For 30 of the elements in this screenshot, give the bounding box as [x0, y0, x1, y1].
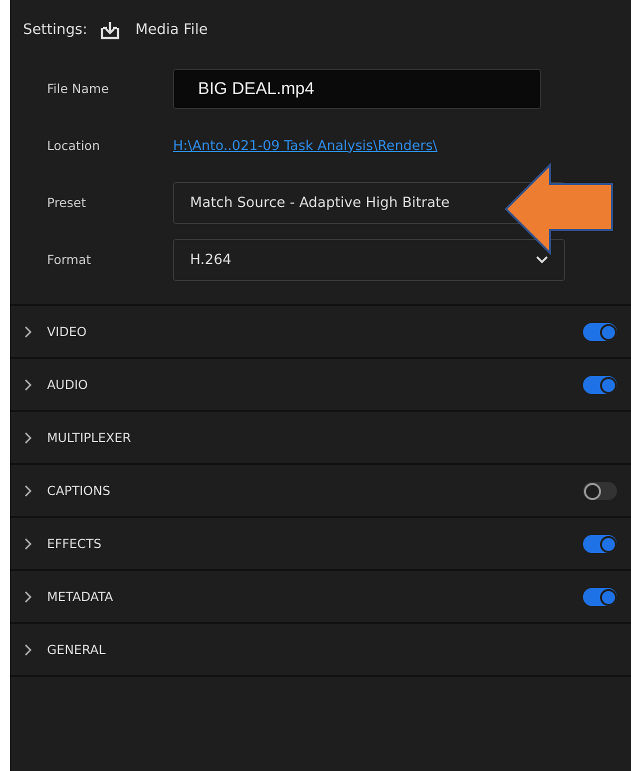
section-title[interactable]: METADATA [47, 589, 583, 604]
toggle-switch[interactable] [583, 376, 617, 394]
export-icon [100, 20, 120, 40]
field-label: Location [47, 138, 101, 153]
dropdown[interactable]: H.264 [173, 238, 565, 280]
chevron-right-icon[interactable] [24, 326, 32, 338]
chevron-right-icon[interactable] [24, 538, 32, 550]
section-title[interactable]: CAPTIONS [47, 483, 583, 498]
chevron-down-icon [536, 256, 548, 264]
toggle-switch[interactable] [583, 482, 617, 500]
toggle-switch[interactable] [583, 534, 617, 552]
field-label: File Name [47, 81, 110, 96]
chevron-right-icon[interactable] [24, 484, 32, 496]
chevron-right-icon[interactable] [24, 378, 32, 390]
section-title[interactable]: VIDEO [47, 324, 583, 339]
header-title: Media File [135, 22, 208, 38]
chevron-right-icon[interactable] [24, 590, 32, 602]
chevron-right-icon[interactable] [24, 644, 32, 656]
section-title[interactable]: EFFECTS [47, 536, 583, 551]
chevron-right-icon[interactable] [24, 432, 32, 444]
file-name-field[interactable]: BIG DEAL.mp4 [173, 68, 541, 108]
field-label: Format [47, 252, 92, 267]
location-link[interactable]: H:\Anto..021-09 Task Analysis\Renders\ [173, 138, 438, 154]
toggle-switch[interactable] [583, 588, 617, 606]
section-title[interactable]: AUDIO [47, 377, 583, 392]
toggle-switch[interactable] [583, 322, 617, 340]
settings-label: Settings: [23, 22, 88, 38]
section-title[interactable]: MULTIPLEXER [47, 430, 617, 445]
field-label: Preset [47, 195, 87, 210]
section-title[interactable]: GENERAL [47, 642, 617, 657]
